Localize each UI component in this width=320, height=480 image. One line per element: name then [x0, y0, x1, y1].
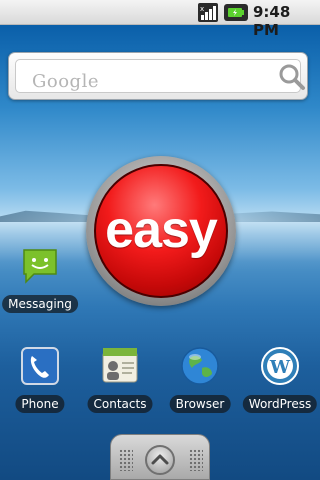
app-label-messaging: Messaging: [2, 295, 78, 313]
contacts-icon: [102, 348, 138, 383]
app-label-phone: Phone: [15, 395, 65, 413]
battery-charging-icon: [224, 4, 248, 21]
status-clock: 9:48 PM: [253, 3, 291, 39]
app-label-browser: Browser: [169, 395, 231, 413]
wordpress-icon: W: [261, 347, 299, 385]
app-browser[interactable]: Browser: [160, 346, 240, 416]
search-placeholder: Google: [32, 71, 99, 92]
status-bar: x 9:48 PM: [0, 0, 320, 39]
app-wordpress[interactable]: W WordPress: [240, 346, 320, 416]
drawer-grip-left: [119, 449, 133, 471]
globe-icon: [181, 347, 219, 385]
signal-bars-icon: x: [198, 3, 218, 22]
easy-button-label: easy: [105, 201, 218, 259]
easy-button-face: easy: [94, 164, 228, 298]
app-messaging[interactable]: Messaging: [0, 246, 80, 316]
app-phone[interactable]: Phone: [0, 346, 80, 416]
app-drawer-handle[interactable]: [110, 434, 210, 480]
search-input[interactable]: Google: [15, 59, 301, 93]
easy-button[interactable]: easy: [86, 156, 236, 306]
app-label-wordpress: WordPress: [242, 395, 318, 413]
magnifier-icon[interactable]: [277, 62, 307, 92]
svg-text:W: W: [269, 357, 291, 378]
app-contacts[interactable]: Contacts: [80, 346, 160, 416]
messaging-icon: [23, 249, 57, 284]
app-label-contacts: Contacts: [87, 395, 153, 413]
drawer-button[interactable]: [145, 445, 175, 475]
svg-text:x: x: [200, 5, 204, 13]
drawer-grip-right: [189, 449, 203, 471]
google-search-widget[interactable]: Google: [8, 52, 308, 100]
chevron-up-icon: [151, 454, 169, 465]
phone-icon: [21, 347, 59, 385]
